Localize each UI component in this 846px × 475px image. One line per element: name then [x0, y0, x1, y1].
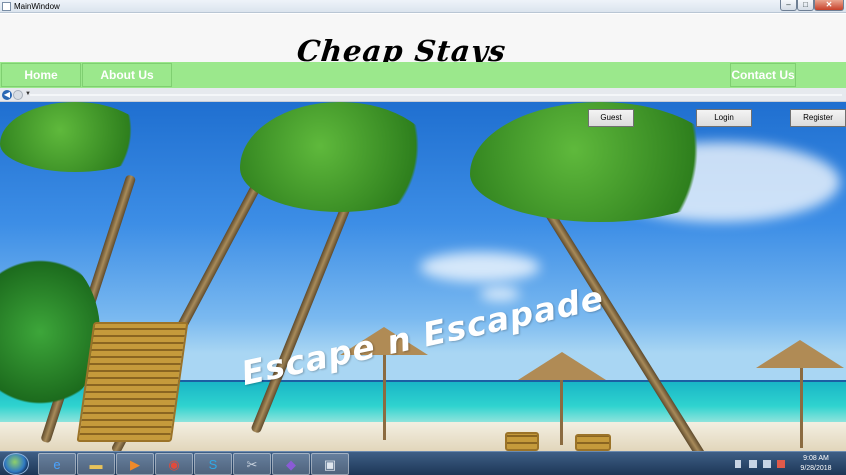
skype-icon[interactable]: S [194, 453, 232, 475]
login-button[interactable]: Login [696, 109, 752, 127]
taskbar: e ▬ ▶ ◉ S ✂ ◆ ▣ 9:08 AM 9/28/2018 [0, 451, 846, 475]
beach-chair [505, 432, 539, 451]
app-window-icon[interactable]: ▣ [311, 453, 349, 475]
toolbar-divider [30, 94, 842, 96]
maximize-button[interactable]: □ [797, 0, 814, 11]
visual-studio-icon[interactable]: ◆ [272, 453, 310, 475]
hero-banner: Escape n Escapade Guest Login Register [0, 102, 846, 451]
action-center-flag-icon[interactable] [749, 460, 757, 468]
beach-chair [76, 322, 189, 442]
umbrella-pole [560, 380, 563, 445]
tools-icon[interactable]: ✂ [233, 453, 271, 475]
chrome-icon[interactable]: ◉ [155, 453, 193, 475]
clock-date: 9/28/2018 [800, 465, 832, 472]
nav-about-us[interactable]: About Us [82, 63, 172, 87]
window-app-icon [2, 2, 11, 11]
beach-umbrella [518, 352, 606, 380]
navigation-strip: ◀ ▼ [0, 88, 846, 102]
register-button[interactable]: Register [790, 109, 846, 127]
window-title: MainWindow [14, 2, 60, 11]
clock-time: 9:08 AM [803, 455, 829, 462]
cloud [420, 252, 540, 282]
start-button[interactable] [3, 453, 29, 475]
close-button[interactable]: ✕ [814, 0, 844, 11]
beach-chair [575, 434, 611, 451]
network-icon[interactable] [763, 460, 771, 468]
palm-fronds [240, 102, 440, 212]
media-player-icon[interactable]: ▶ [116, 453, 154, 475]
forward-arrow-icon[interactable] [13, 90, 23, 100]
guest-button[interactable]: Guest [588, 109, 634, 127]
palm-fronds [0, 102, 150, 172]
minimize-button[interactable]: – [780, 0, 797, 11]
internet-explorer-icon[interactable]: e [38, 453, 76, 475]
nav-home[interactable]: Home [1, 63, 81, 87]
window-title-bar: MainWindow – □ ✕ [0, 0, 846, 13]
umbrella-pole [800, 368, 803, 448]
file-explorer-icon[interactable]: ▬ [77, 453, 115, 475]
show-hidden-icons-icon[interactable] [735, 460, 741, 468]
nav-contact-us[interactable]: Contact Us [730, 63, 796, 87]
site-header: Cheap Stays [0, 14, 846, 68]
volume-icon[interactable] [777, 460, 785, 468]
main-nav: Home About Us Contact Us [0, 62, 846, 88]
back-arrow-icon[interactable]: ◀ [2, 90, 12, 100]
system-tray [733, 458, 788, 470]
system-clock[interactable]: 9:08 AM 9/28/2018 [791, 454, 841, 474]
beach-umbrella [756, 340, 844, 368]
umbrella-pole [383, 355, 386, 440]
